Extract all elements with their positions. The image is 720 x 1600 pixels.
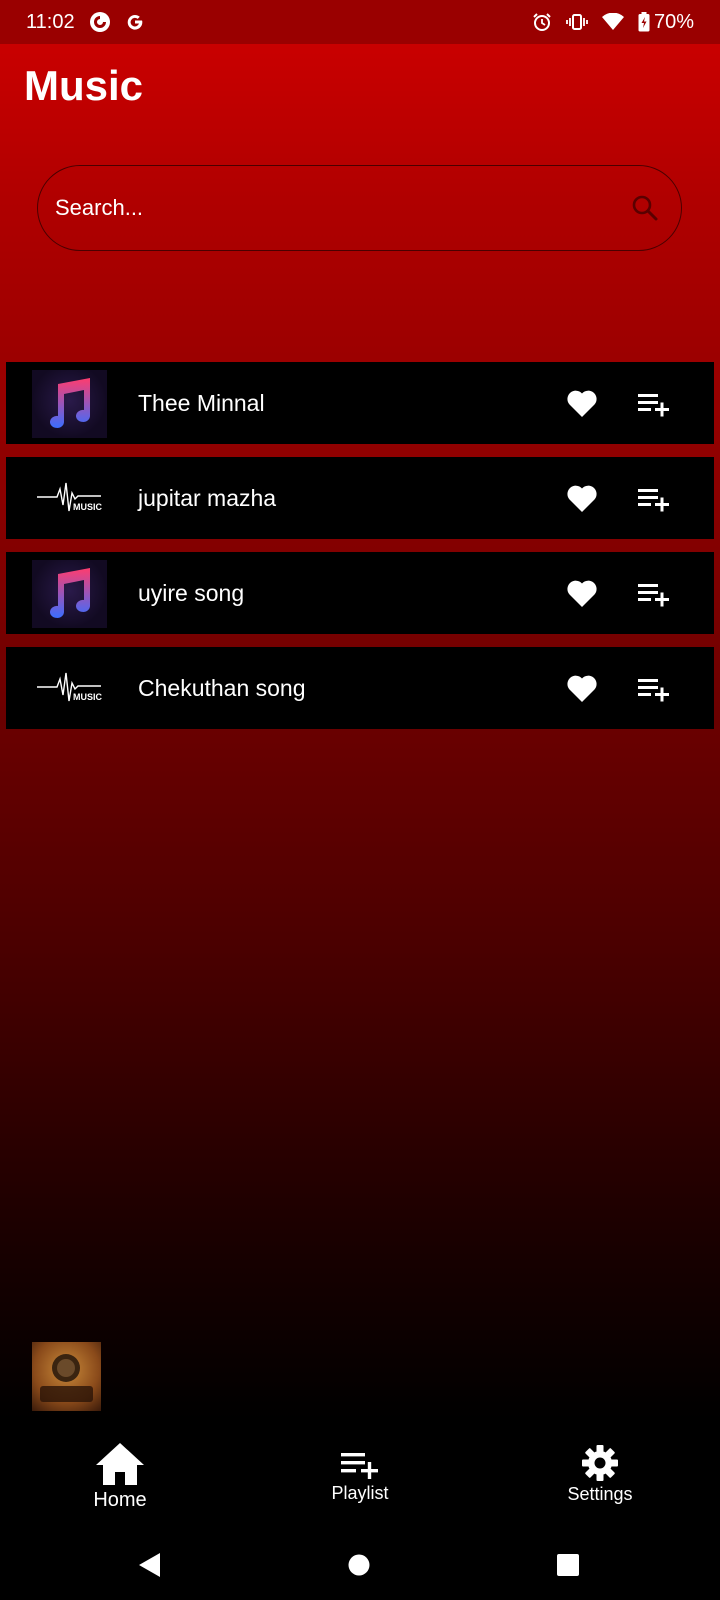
song-title: Chekuthan song: [138, 675, 306, 701]
song-title: Thee Minnal: [138, 390, 265, 416]
album-art: MUSIC: [32, 465, 107, 533]
google-icon: [125, 12, 145, 32]
song-title: jupitar mazha: [138, 485, 277, 511]
favorite-heart-icon[interactable]: [566, 578, 598, 608]
nav-label-settings: Settings: [567, 1484, 633, 1504]
playlist-add-icon: [341, 1449, 379, 1479]
battery-level: 70%: [653, 10, 694, 33]
song-row[interactable]: uyire song: [6, 552, 714, 634]
nav-home[interactable]: Home: [30, 1425, 210, 1535]
song-title: uyire song: [138, 580, 245, 606]
playlist-add-icon[interactable]: [638, 675, 670, 703]
nav-label-playlist: Playlist: [331, 1483, 389, 1503]
back-icon[interactable]: [138, 1552, 162, 1578]
favorite-heart-icon[interactable]: [566, 673, 598, 703]
pocket-casts-icon: [89, 11, 111, 33]
song-row[interactable]: Thee Minnal: [6, 362, 714, 444]
song-row[interactable]: MUSIC jupitar mazha: [6, 457, 714, 539]
gear-icon: [581, 1444, 619, 1482]
music-wave-logo: MUSIC: [36, 482, 103, 512]
vibrate-icon: [566, 12, 588, 32]
status-bar: 11:02 70%: [0, 0, 720, 44]
favorite-heart-icon[interactable]: [566, 483, 598, 513]
nav-settings[interactable]: Settings: [510, 1425, 690, 1535]
battery-icon: [638, 12, 650, 32]
recents-icon[interactable]: [557, 1554, 579, 1576]
home-icon: [94, 1441, 146, 1487]
mini-player-album-art[interactable]: [32, 1342, 101, 1411]
alarm-icon: [532, 12, 552, 32]
system-nav-bar: [0, 1535, 720, 1600]
album-art: [32, 560, 107, 628]
home-circle-icon[interactable]: [348, 1554, 370, 1576]
music-note-icon: [49, 378, 90, 428]
bottom-nav: Home Playlist Settings: [0, 1425, 720, 1535]
nav-label-home: Home: [93, 1489, 147, 1511]
music-note-icon: [49, 568, 90, 618]
playlist-add-icon[interactable]: [638, 485, 670, 513]
page-title: Music: [24, 62, 144, 109]
search-icon[interactable]: [631, 194, 659, 222]
album-art: MUSIC: [32, 655, 107, 723]
playlist-add-icon[interactable]: [638, 580, 670, 608]
music-logo-text: MUSIC: [73, 692, 103, 702]
search-input[interactable]: [55, 195, 631, 221]
song-row[interactable]: MUSIC Chekuthan song: [6, 647, 714, 729]
music-logo-text: MUSIC: [73, 502, 103, 512]
music-wave-logo: MUSIC: [36, 672, 103, 702]
wifi-icon: [601, 13, 624, 31]
search-bar[interactable]: [37, 165, 682, 251]
playlist-add-icon[interactable]: [638, 390, 670, 418]
status-time: 11:02: [26, 10, 75, 33]
album-art: [32, 370, 107, 438]
favorite-heart-icon[interactable]: [566, 388, 598, 418]
nav-playlist[interactable]: Playlist: [270, 1425, 450, 1535]
